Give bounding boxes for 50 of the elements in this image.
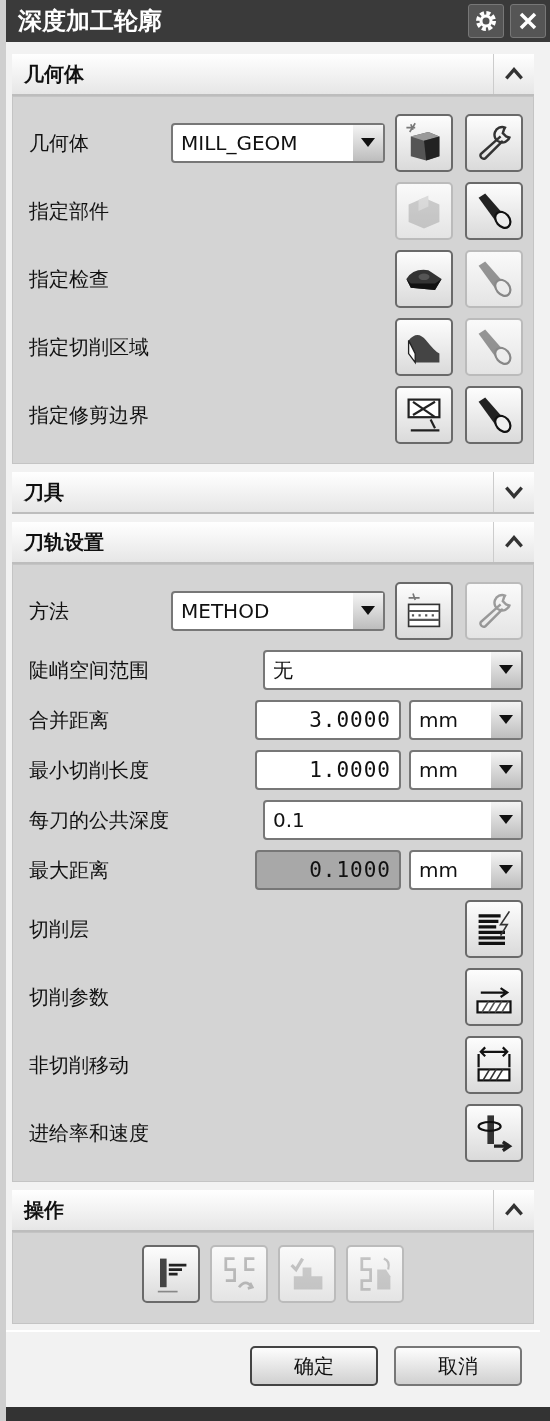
tool-button[interactable]	[395, 582, 453, 640]
tool-button[interactable]	[142, 1245, 200, 1303]
dropdown[interactable]: METHOD	[171, 591, 385, 631]
tool-button[interactable]	[465, 386, 523, 444]
tool-button[interactable]	[465, 1104, 523, 1162]
input-field[interactable]: 3.0000	[255, 700, 401, 740]
tool-button[interactable]	[465, 182, 523, 240]
section-title: 刀轨设置	[22, 528, 104, 556]
section-title: 几何体	[23, 60, 84, 88]
unit-dropdown[interactable]: mm	[409, 750, 523, 790]
field-label: 方法	[29, 597, 70, 625]
field-label: 指定切削区域	[29, 333, 150, 361]
section-header[interactable]: 刀具	[12, 472, 534, 514]
field-label: 进给率和速度	[29, 1119, 150, 1147]
cancel-button[interactable]: 取消	[394, 1346, 522, 1386]
field-label: 几何体	[29, 129, 90, 157]
tool-button[interactable]	[395, 250, 453, 308]
field-label: 合并距离	[29, 706, 110, 734]
section-header[interactable]: 刀轨设置	[12, 522, 534, 564]
input-field[interactable]: 1.0000	[255, 750, 401, 790]
field-label: 非切削移动	[29, 1051, 130, 1079]
settings-button[interactable]	[468, 4, 504, 38]
ok-button[interactable]: 确定	[250, 1346, 378, 1386]
tool-button[interactable]	[465, 968, 523, 1026]
dropdown[interactable]: 无	[263, 650, 523, 690]
section-header[interactable]: 几何体	[12, 54, 534, 96]
tool-button[interactable]	[395, 318, 453, 376]
section-title: 操作	[22, 1196, 64, 1224]
tool-button[interactable]	[465, 114, 523, 172]
field-label: 每刀的公共深度	[29, 806, 170, 834]
field-label: 指定修剪边界	[29, 401, 150, 429]
field-label: 切削层	[29, 915, 90, 943]
field-label: 陡峭空间范围	[29, 656, 150, 684]
dropdown[interactable]: 0.1	[263, 800, 523, 840]
section-header[interactable]: 操作	[12, 1190, 534, 1232]
tool-button[interactable]	[395, 386, 453, 444]
settings-icon	[474, 9, 498, 33]
field-label: 指定部件	[29, 197, 110, 225]
field-label: 指定检查	[29, 265, 110, 293]
tool-button[interactable]	[465, 900, 523, 958]
field-label: 切削参数	[29, 983, 110, 1011]
dropdown[interactable]: MILL_GEOM	[171, 123, 385, 163]
close-button[interactable]	[510, 4, 546, 38]
field-label: 最大距离	[29, 856, 110, 884]
field-label: 最小切削长度	[29, 756, 150, 784]
section-title: 刀具	[22, 478, 64, 506]
tool-button[interactable]	[465, 1036, 523, 1094]
unit-dropdown[interactable]: mm	[409, 700, 523, 740]
window-title: 深度加工轮廓	[18, 6, 162, 37]
tool-button[interactable]	[395, 114, 453, 172]
